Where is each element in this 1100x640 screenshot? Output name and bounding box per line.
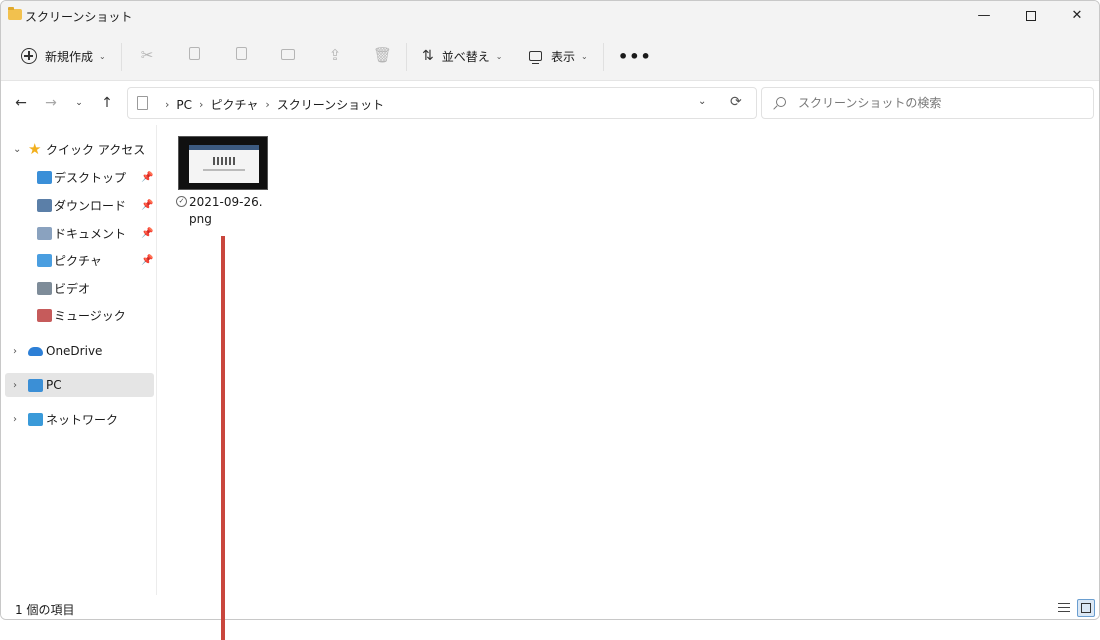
view-button[interactable]: 表示 ⌄: [529, 44, 588, 68]
chevron-right-icon: ›: [13, 345, 17, 357]
breadcrumb-separator-icon: ›: [265, 98, 270, 111]
breadcrumb-separator-icon: ›: [165, 98, 170, 111]
breadcrumb-screenshots[interactable]: スクリーンショット: [277, 96, 384, 113]
sidebar-item-label: ドキュメント: [54, 226, 127, 241]
sidebar-item-label: ピクチャ: [54, 253, 102, 268]
plus-circle-icon: [21, 48, 37, 64]
network-icon: [28, 412, 43, 426]
maximize-icon: [1026, 10, 1036, 21]
sidebar-item-music[interactable]: ミュージック: [5, 303, 154, 327]
chevron-right-icon: ›: [13, 379, 17, 391]
sidebar-item-downloads[interactable]: ダウンロード 📌: [5, 193, 154, 217]
sidebar-item-quick-access[interactable]: ⌄ ★ クイック アクセス: [5, 137, 154, 161]
address-history-chevron-icon[interactable]: ⌄: [698, 96, 706, 107]
file-item[interactable]: ✓ 2021-09-26.png: [174, 133, 274, 233]
toolbar-divider: [121, 43, 122, 71]
cloud-icon: [28, 346, 43, 356]
chevron-down-icon: ⌄: [581, 51, 588, 61]
explorer-window: スクリーンショット — ✕ 新規作成 ⌄ ✂ ⇪ 🗑 ⇅ 並べ替え ⌄ 表示 ⌄…: [0, 0, 1100, 620]
chevron-down-icon: ⌄: [495, 51, 503, 61]
sidebar-item-label: デスクトップ: [54, 170, 127, 185]
address-bar[interactable]: › PC › ピクチャ › スクリーンショット ⌄ ⟳: [127, 87, 757, 119]
file-thumbnail: [178, 136, 268, 190]
breadcrumb: › PC › ピクチャ › スクリーンショット: [158, 96, 384, 113]
rename-icon[interactable]: [279, 46, 297, 64]
sidebar-item-pc[interactable]: › PC: [5, 373, 154, 397]
toolbar-divider: [406, 43, 407, 71]
sidebar-item-label: OneDrive: [46, 344, 103, 358]
sync-status-check-icon: ✓: [176, 196, 187, 207]
paste-icon[interactable]: [232, 46, 250, 64]
refresh-icon[interactable]: ⟳: [730, 94, 742, 110]
breadcrumb-pictures[interactable]: ピクチャ: [210, 96, 258, 113]
downloads-folder-icon: [37, 198, 52, 212]
sort-icon: ⇅: [422, 48, 434, 64]
navigation-pane: ⌄ ★ クイック アクセス デスクトップ 📌 ダウンロード 📌 ドキュメント 📌…: [1, 125, 157, 595]
videos-folder-icon: [37, 281, 52, 295]
sidebar-item-documents[interactable]: ドキュメント 📌: [5, 221, 154, 245]
sidebar-item-label: ビデオ: [54, 281, 91, 296]
sidebar-item-videos[interactable]: ビデオ: [5, 276, 154, 300]
star-icon: ★: [28, 139, 42, 158]
sidebar-item-network[interactable]: › ネットワーク: [5, 407, 154, 431]
sidebar-item-label: ネットワーク: [46, 412, 119, 427]
sort-button-label: 並べ替え: [441, 49, 490, 64]
pin-icon: 📌: [141, 254, 154, 266]
delete-icon[interactable]: 🗑: [373, 46, 392, 64]
share-icon[interactable]: ⇪: [326, 46, 344, 64]
folder-icon: [8, 7, 22, 20]
chevron-down-icon: ⌄: [13, 143, 22, 155]
close-button[interactable]: ✕: [1054, 1, 1099, 31]
sort-button[interactable]: ⇅ 並べ替え ⌄: [422, 44, 502, 68]
chevron-down-icon: ⌄: [99, 51, 106, 61]
location-icon: [137, 96, 148, 110]
sidebar-item-desktop[interactable]: デスクトップ 📌: [5, 165, 154, 189]
window-title: スクリーンショット: [25, 10, 133, 24]
pin-icon: 📌: [141, 227, 154, 239]
navigation-bar: ← → ⌄ ↑ › PC › ピクチャ › スクリーンショット ⌄ ⟳: [1, 81, 1099, 125]
cut-icon[interactable]: ✂: [138, 46, 156, 64]
computer-icon: [28, 378, 43, 392]
desktop-folder-icon: [37, 170, 52, 184]
chevron-right-icon: ›: [13, 413, 17, 425]
file-list: ✓ 2021-09-26.png: [158, 125, 1098, 595]
music-folder-icon: [37, 308, 52, 322]
up-arrow-icon[interactable]: ↑: [97, 93, 117, 113]
new-button-label: 新規作成: [45, 49, 94, 64]
view-button-label: 表示: [551, 49, 576, 64]
command-bar: 新規作成 ⌄ ✂ ⇪ 🗑 ⇅ 並べ替え ⌄ 表示 ⌄ •••: [1, 31, 1099, 81]
sidebar-item-pictures[interactable]: ピクチャ 📌: [5, 248, 154, 272]
pictures-folder-icon: [37, 253, 52, 267]
copy-icon[interactable]: [185, 46, 203, 64]
search-box[interactable]: [761, 87, 1094, 119]
recent-locations-chevron-icon[interactable]: ⌄: [69, 93, 89, 113]
sidebar-item-label: ミュージック: [54, 308, 126, 323]
callout-line: [221, 236, 225, 640]
back-arrow-icon[interactable]: ←: [11, 93, 31, 113]
breadcrumb-pc[interactable]: PC: [176, 98, 192, 112]
sidebar-item-label: クイック アクセス: [46, 142, 146, 157]
title-bar: スクリーンショット — ✕: [1, 1, 1099, 31]
details-view-button[interactable]: [1055, 599, 1073, 617]
maximize-button[interactable]: [1008, 1, 1054, 31]
sidebar-item-label: ダウンロード: [54, 198, 127, 213]
search-input[interactable]: [798, 94, 1078, 112]
minimize-button[interactable]: —: [961, 1, 1007, 31]
item-count: 1 個の項目: [15, 603, 75, 617]
view-icon: [529, 51, 542, 64]
pin-icon: 📌: [141, 171, 154, 183]
pin-icon: 📌: [141, 199, 154, 211]
documents-folder-icon: [37, 226, 52, 240]
file-name: 2021-09-26.png: [189, 195, 263, 226]
new-button[interactable]: 新規作成 ⌄: [21, 44, 106, 68]
breadcrumb-separator-icon: ›: [199, 98, 204, 111]
more-options-button[interactable]: •••: [618, 44, 652, 68]
large-icons-view-button[interactable]: [1077, 599, 1095, 617]
forward-arrow-icon[interactable]: →: [41, 93, 61, 113]
toolbar-divider: [603, 43, 604, 71]
status-bar: 1 個の項目: [1, 595, 1099, 619]
sidebar-item-onedrive[interactable]: › OneDrive: [5, 339, 154, 363]
sidebar-item-label: PC: [46, 378, 62, 392]
search-icon: [776, 97, 786, 107]
